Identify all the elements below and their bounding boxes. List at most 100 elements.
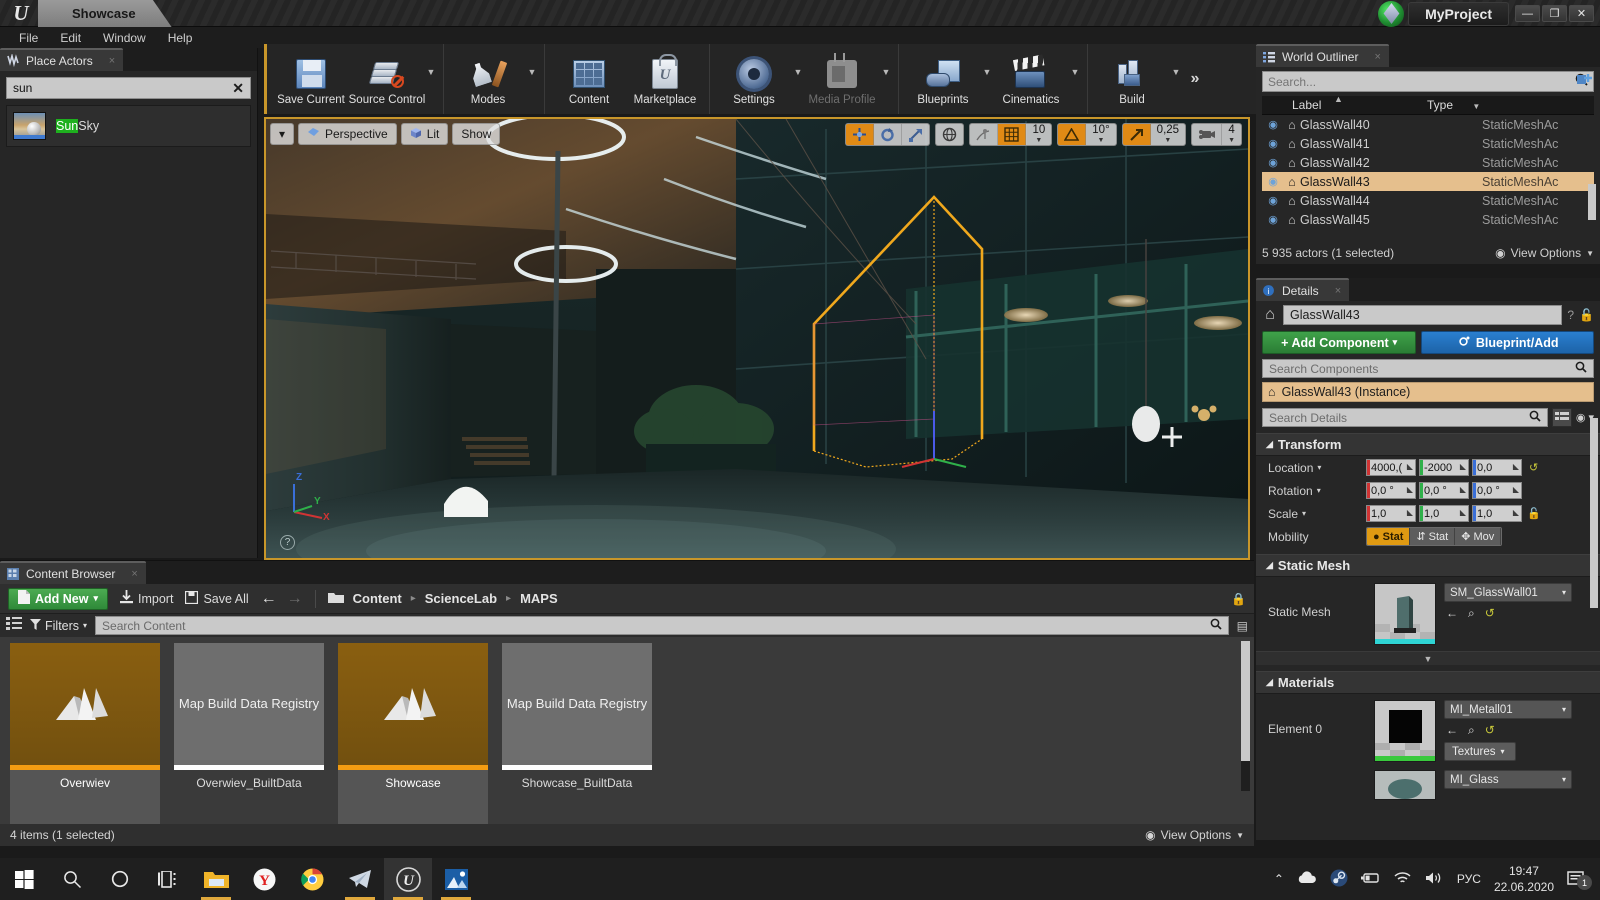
section-materials-header[interactable]: ◢ Materials [1256,671,1600,694]
cinematics-caret-icon[interactable]: ▼ [1069,67,1081,77]
build-button[interactable]: Build [1094,44,1170,114]
scale-lock-icon[interactable]: 🔓 [1527,507,1541,520]
content-grid-scrollbar[interactable] [1241,641,1250,791]
cinematics-button[interactable]: Cinematics [993,44,1069,114]
reset-location-icon[interactable]: ↺ [1529,461,1538,474]
lock-content-browser-icon[interactable]: 🔒 [1231,592,1246,606]
outliner-view-options[interactable]: ◉ View Options ▼ [1495,246,1594,260]
close-button[interactable]: ✕ [1569,5,1594,22]
location-y-field[interactable]: -2000 ◣ [1419,459,1469,476]
material-thumbnail-2[interactable] [1374,770,1436,800]
maximize-button[interactable]: ❐ [1542,5,1567,22]
table-row[interactable]: ◉ ⌂ GlassWall41 StaticMeshAc [1262,134,1594,153]
scale-x-field[interactable]: 1,0 ◣ [1366,505,1416,522]
tab-content-browser[interactable]: Content Browser × [0,561,146,584]
tray-chevron-up-icon[interactable]: ⌃ [1274,872,1284,886]
chevron-down-icon[interactable]: ▾ [1317,463,1321,472]
blueprints-caret-icon[interactable]: ▼ [981,67,993,77]
level-tab[interactable]: Showcase [38,0,172,27]
close-icon[interactable]: × [109,55,115,67]
rotation-x-field[interactable]: 0,0 ° ◣ [1366,482,1416,499]
view-mode-button[interactable]: Lit [400,123,449,145]
scale-gizmo-icon[interactable] [902,124,929,145]
material-combo-2[interactable]: MI_Glass ▾ [1444,770,1572,789]
search-input[interactable] [13,81,233,95]
modes-button[interactable]: Modes [450,44,526,114]
reset-asset-icon[interactable]: ↺ [1485,606,1495,621]
rotate-gizmo-icon[interactable] [874,124,903,145]
scale-snap-toggle[interactable] [1122,124,1151,145]
content-search-field[interactable]: Search Content [95,616,1229,635]
visibility-eye-icon[interactable]: ◉ [1262,118,1284,131]
file-explorer-icon[interactable] [192,858,240,900]
static-mesh-thumbnail[interactable] [1374,583,1436,645]
minimize-button[interactable]: — [1515,5,1540,22]
asset-tile-selected[interactable]: Showcase [338,643,488,824]
tab-place-actors[interactable]: Place Actors × [0,48,124,71]
visibility-eye-icon[interactable]: ◉ [1262,175,1284,188]
close-icon[interactable]: × [1374,51,1380,63]
angle-snap-value[interactable]: 10° ▼ [1086,124,1115,145]
wifi-icon[interactable] [1393,871,1412,888]
viewport-3d-scene[interactable] [266,119,1248,558]
section-expander[interactable]: ▼ [1256,651,1600,665]
search-details-field[interactable]: Search Details [1262,408,1548,427]
search-components-field[interactable]: Search Components [1262,359,1594,378]
chevron-down-icon[interactable]: ▾ [1302,509,1306,518]
show-menu-button[interactable]: Show [452,123,501,145]
content-button[interactable]: Content [551,44,627,114]
details-scrollbar[interactable] [1590,418,1598,608]
textures-button[interactable]: Textures ▾ [1444,742,1516,761]
location-z-field[interactable]: 0,0 ◣ [1472,459,1522,476]
breadcrumb-content[interactable]: Content [353,591,402,606]
cloud-icon[interactable] [1297,870,1317,888]
media-profile-button[interactable]: Media Profile [804,44,880,114]
viewport-menu-button[interactable]: ▾ [270,123,294,145]
breadcrumb-maps[interactable]: MAPS [520,591,558,606]
source-control-button[interactable]: Source Control [349,44,425,114]
grid-snap-toggle[interactable] [998,124,1027,145]
angle-snap-toggle[interactable] [1058,124,1087,145]
mobility-static-button[interactable]: ● Stat [1367,528,1411,545]
clock[interactable]: 19:47 22.06.2020 [1494,863,1554,895]
camera-speed-icon[interactable] [1192,124,1223,145]
table-row-selected[interactable]: ◉ ⌂ GlassWall43 StaticMeshAc [1262,172,1594,191]
close-icon[interactable]: × [1335,285,1341,297]
toolbar-overflow-icon[interactable]: » [1182,44,1208,114]
outliner-search[interactable] [1262,71,1594,92]
chevron-down-icon[interactable]: ▼ [1472,102,1480,111]
surface-snap-icon[interactable] [970,124,999,145]
menu-item-window[interactable]: Window [92,29,157,47]
unreal-engine-icon[interactable]: U [384,858,432,900]
help-icon[interactable]: ? [1567,308,1574,322]
tab-world-outliner[interactable]: World Outliner × [1256,44,1389,67]
search-icon[interactable] [48,858,96,900]
settings-caret-icon[interactable]: ▼ [792,67,804,77]
media-profile-caret-icon[interactable]: ▼ [880,67,892,77]
save-current-button[interactable]: Save Current [273,44,349,114]
rotation-z-field[interactable]: 0,0 ° ◣ [1472,482,1522,499]
breadcrumb-sciencelab[interactable]: ScienceLab [425,591,497,606]
scale-y-field[interactable]: 1,0 ◣ [1419,505,1469,522]
save-search-icon[interactable]: ▤ [1237,619,1248,633]
clear-search-icon[interactable]: ✕ [232,80,244,97]
visibility-eye-icon[interactable]: ◉ [1262,194,1284,207]
notifications-icon[interactable]: 1 [1567,870,1592,890]
table-row[interactable]: ◉ ⌂ GlassWall40 StaticMeshAc [1262,115,1594,134]
move-gizmo-icon[interactable] [846,124,875,145]
grid-snap-value[interactable]: 10 ▼ [1026,124,1051,145]
language-indicator[interactable]: РУС [1457,872,1481,886]
menu-item-file[interactable]: File [8,29,49,47]
asset-tile[interactable]: Overwiev [10,643,160,824]
search-input[interactable] [1268,74,1575,89]
browse-to-asset-icon[interactable]: ⌕ [1468,606,1475,621]
rotation-y-field[interactable]: 0,0 ° ◣ [1419,482,1469,499]
details-grid-view-button[interactable] [1551,408,1572,427]
modes-caret-icon[interactable]: ▼ [526,67,538,77]
place-actors-search[interactable]: ✕ [6,77,251,99]
cortana-circle-icon[interactable] [96,858,144,900]
scale-z-field[interactable]: 1,0 ◣ [1472,505,1522,522]
visibility-eye-icon[interactable]: ◉ [1262,137,1284,150]
reset-asset-icon[interactable]: ↺ [1485,723,1495,738]
mobility-stationary-button[interactable]: ⇵ Stat [1410,528,1456,545]
